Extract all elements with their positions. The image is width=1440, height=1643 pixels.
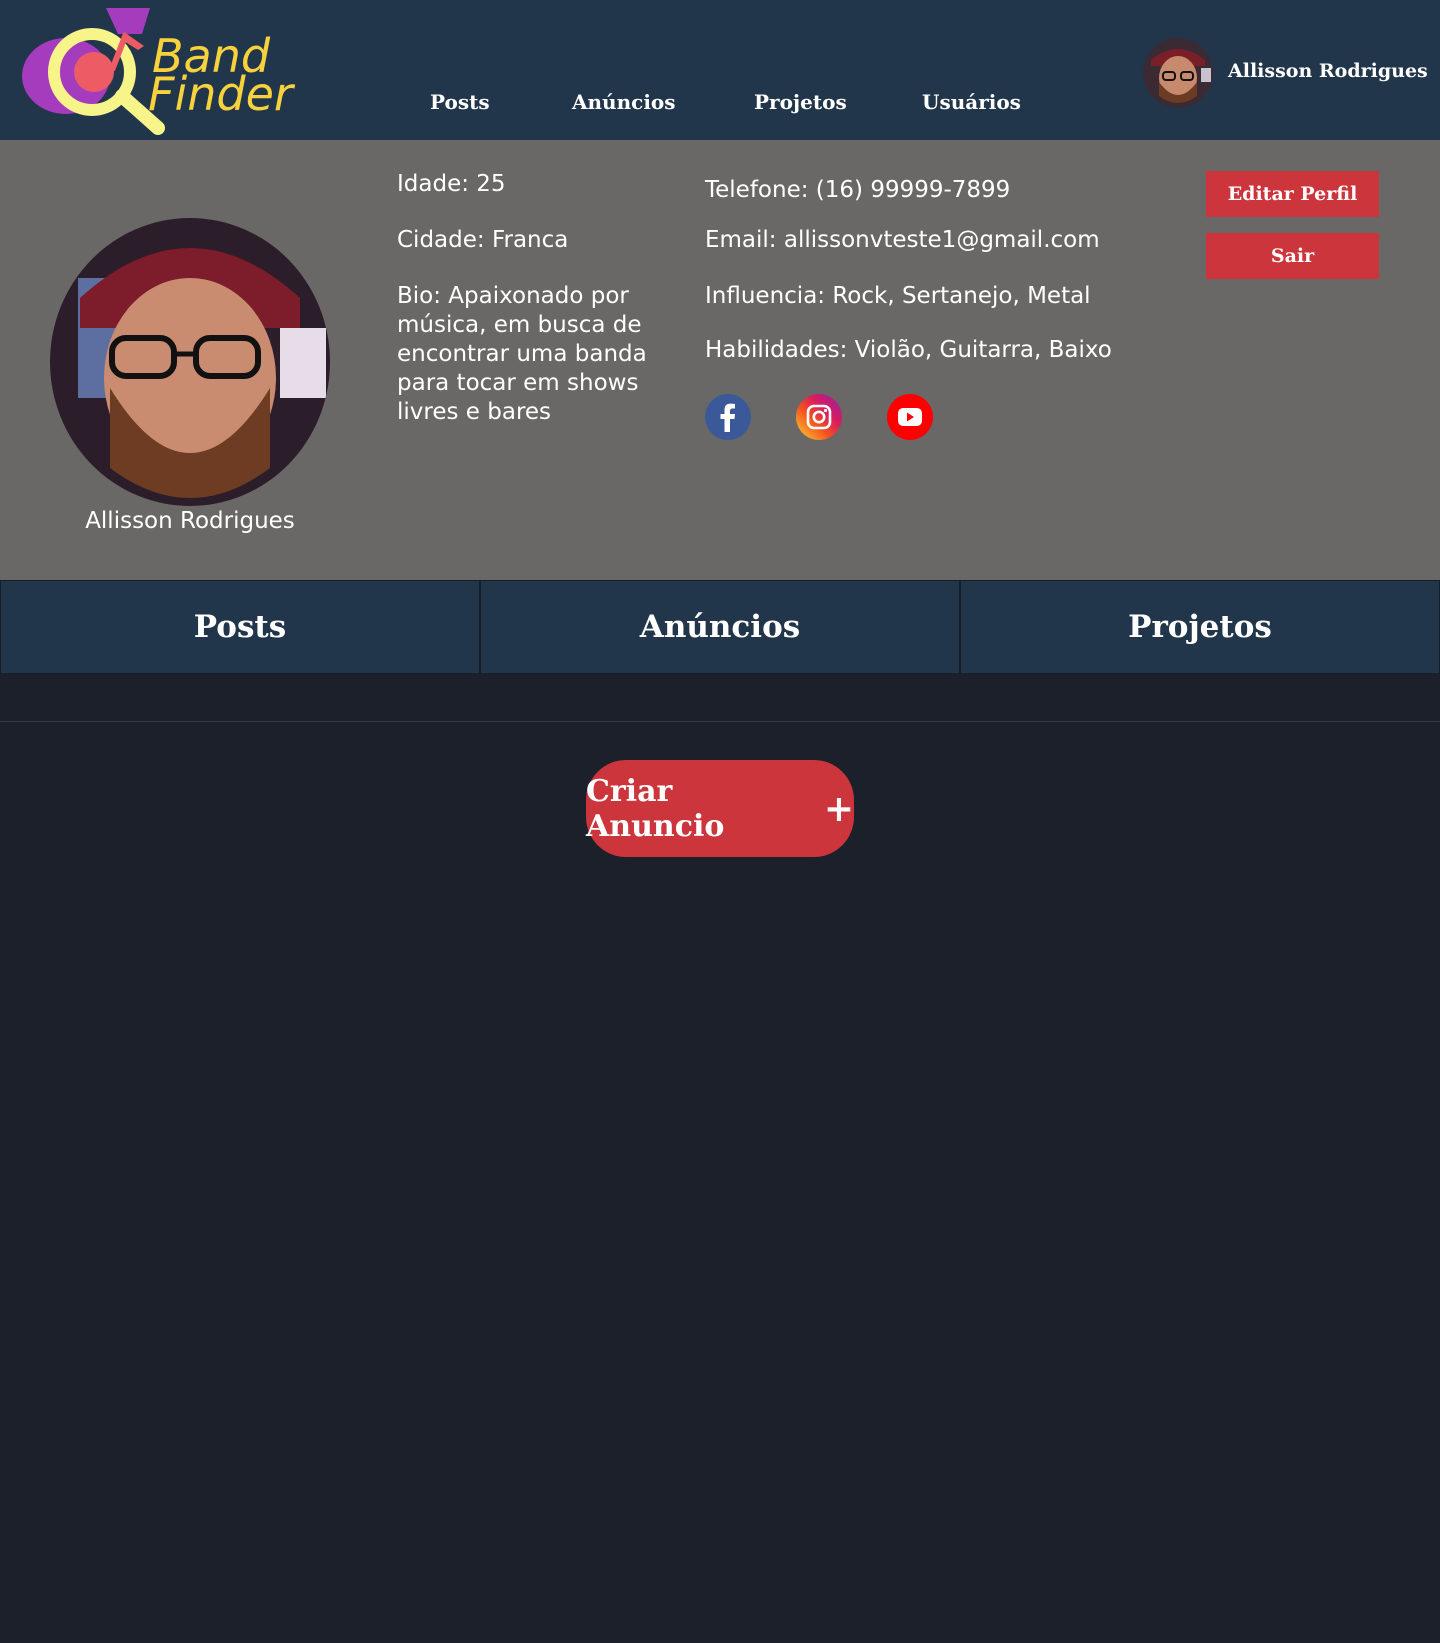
tab-posts[interactable]: Posts [0, 580, 480, 674]
tab-projetos[interactable]: Projetos [960, 580, 1440, 674]
profile-phone: Telefone: (16) 99999-7899 [705, 177, 1011, 203]
top-header: Band Finder Posts Anúncios Projetos Usuá… [0, 0, 1440, 140]
profile-skills: Habilidades: Violão, Guitarra, Baixo [705, 337, 1112, 363]
create-ad-label: Criar Anuncio [586, 773, 725, 844]
profile-avatar [50, 218, 330, 506]
avatar-image [1143, 38, 1213, 108]
header-user-name[interactable]: Allisson Rodrigues [1228, 60, 1428, 82]
plus-icon: + [823, 787, 854, 830]
profile-section: Allisson Rodrigues Idade: 25 Cidade: Fra… [0, 140, 1440, 580]
profile-email: Email: allissonvteste1@gmail.com [705, 227, 1100, 253]
profile-tabs: Posts Anúncios Projetos [0, 580, 1440, 674]
content-divider [0, 721, 1440, 722]
edit-profile-button[interactable]: Editar Perfil [1206, 171, 1379, 217]
nav-anuncios[interactable]: Anúncios [572, 90, 676, 114]
logo-graphic: Band Finder [22, 8, 296, 135]
facebook-icon[interactable] [705, 394, 751, 440]
create-ad-button[interactable]: Criar Anuncio + [586, 760, 854, 857]
tab-anuncios[interactable]: Anúncios [480, 580, 960, 674]
logout-button[interactable]: Sair [1206, 233, 1379, 279]
header-avatar[interactable] [1143, 38, 1213, 108]
profile-age: Idade: 25 [397, 171, 506, 197]
nav-posts[interactable]: Posts [430, 90, 490, 114]
nav-usuarios[interactable]: Usuários [922, 90, 1021, 114]
nav-projetos[interactable]: Projetos [754, 90, 847, 114]
logo-text-finder: Finder [148, 67, 296, 121]
profile-city: Cidade: Franca [397, 227, 569, 253]
youtube-icon[interactable] [887, 394, 933, 440]
profile-photo [50, 218, 330, 506]
profile-name: Allisson Rodrigues [85, 508, 295, 534]
profile-influences: Influencia: Rock, Sertanejo, Metal [705, 283, 1091, 309]
instagram-icon[interactable] [796, 394, 842, 440]
band-finder-logo[interactable]: Band Finder [18, 6, 318, 136]
profile-bio: Bio: Apaixonado por música, em busca de … [397, 283, 647, 425]
